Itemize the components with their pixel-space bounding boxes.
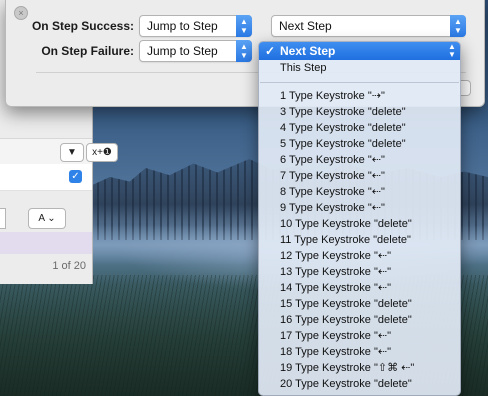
failure-action-popup[interactable]: Jump to Step ▲ ▼	[139, 40, 252, 62]
failure-action-value: Jump to Step	[147, 44, 218, 58]
background-option-row: ✓	[0, 164, 92, 191]
menu-item-step[interactable]: 20 Type Keystroke "delete"	[280, 376, 412, 392]
background-text-field[interactable]	[0, 208, 6, 229]
menu-item-step[interactable]: 3 Type Keystroke "delete"	[280, 104, 406, 120]
menu-item-step[interactable]: 7 Type Keystroke "⇠"	[280, 168, 385, 184]
background-format-row: A ⌄	[0, 200, 92, 230]
menu-item-step[interactable]: 14 Type Keystroke "⇠"	[280, 280, 391, 296]
menu-separator	[260, 82, 459, 83]
success-target-popup[interactable]: Next Step ▲ ▼	[271, 15, 466, 37]
menu-item-step[interactable]: 16 Type Keystroke "delete"	[280, 312, 412, 328]
step-pager-label: 1 of 20	[52, 260, 86, 272]
menu-item-label: Next Step	[280, 44, 336, 58]
on-step-success-label: On Step Success:	[31, 19, 134, 33]
menu-item-step[interactable]: 17 Type Keystroke "⇠"	[280, 328, 391, 344]
down-triangle-icon: ▼	[67, 147, 77, 158]
background-toolbar-dropdown-button[interactable]: ▼	[60, 143, 84, 162]
on-step-failure-label: On Step Failure:	[41, 44, 134, 58]
menu-item-step[interactable]: 12 Type Keystroke "⇠"	[280, 248, 391, 264]
success-action-value: Jump to Step	[147, 19, 218, 33]
menu-item-step[interactable]: 1 Type Keystroke "⇢"	[280, 88, 385, 104]
checkmark-icon: ✓	[265, 44, 276, 58]
selected-step-row[interactable]	[0, 232, 92, 254]
close-icon[interactable]: ×	[14, 6, 28, 20]
menu-item-step[interactable]: 18 Type Keystroke "⇠"	[280, 344, 391, 360]
menu-item-step[interactable]: 4 Type Keystroke "delete"	[280, 120, 406, 136]
success-action-popup[interactable]: Jump to Step ▲ ▼	[139, 15, 252, 37]
menu-item-step[interactable]: 6 Type Keystroke "⇠"	[280, 152, 385, 168]
menu-item-step[interactable]: 11 Type Keystroke "delete"	[280, 232, 411, 248]
failure-target-menu: ✓ Next Step ▲ ▼ This Step 1 Type Keystrok…	[258, 41, 461, 396]
menu-item-step[interactable]: 19 Type Keystroke "⇧⌘ ⇠"	[280, 360, 414, 376]
menu-item-step[interactable]: 13 Type Keystroke "⇠"	[280, 264, 391, 280]
menu-item-step[interactable]: 5 Type Keystroke "delete"	[280, 136, 406, 152]
popup-arrows-icon: ▲ ▼	[450, 15, 466, 37]
insert-variable-button[interactable]: x+❶	[86, 143, 118, 162]
popup-arrows-icon: ▲ ▼	[448, 42, 456, 59]
menu-item-step[interactable]: 8 Type Keystroke "⇠"	[280, 184, 385, 200]
menu-item-next-step[interactable]: ✓ Next Step ▲ ▼	[259, 42, 460, 60]
popup-arrows-icon: ▲ ▼	[236, 40, 252, 62]
menu-item-step[interactable]: 10 Type Keystroke "delete"	[280, 216, 412, 232]
success-target-value: Next Step	[279, 19, 332, 33]
text-format-button[interactable]: A ⌄	[28, 208, 66, 229]
option-checkbox[interactable]: ✓	[69, 170, 82, 183]
menu-item-this-step[interactable]: This Step	[280, 60, 326, 76]
popup-arrows-icon: ▲ ▼	[236, 15, 252, 37]
menu-item-step[interactable]: 15 Type Keystroke "delete"	[280, 296, 412, 312]
background-toolbar: ▼ x+❶	[0, 138, 118, 166]
menu-item-step[interactable]: 9 Type Keystroke "⇠"	[280, 200, 385, 216]
